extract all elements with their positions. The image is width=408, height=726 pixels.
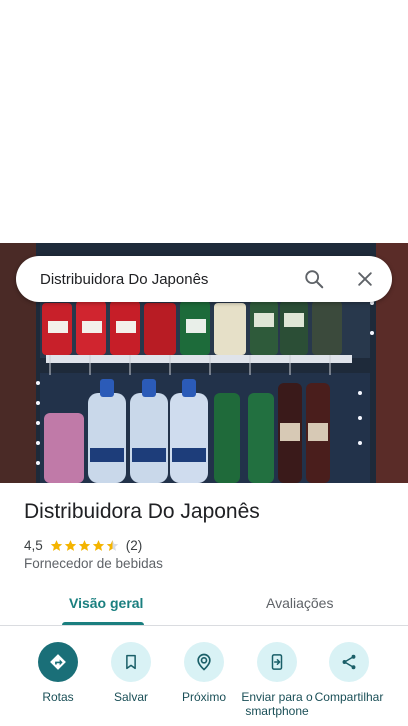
directions-icon[interactable] (38, 642, 78, 682)
star-half-icon (106, 539, 118, 551)
search-icon[interactable] (300, 265, 328, 293)
map-area[interactable] (0, 0, 408, 243)
share-label: Compartilhar (314, 690, 384, 704)
close-icon[interactable] (351, 265, 379, 293)
share-button[interactable]: Compartilhar (309, 642, 389, 704)
save-label: Salvar (113, 690, 148, 704)
nearby-icon[interactable] (184, 642, 224, 682)
tabs-divider (0, 625, 408, 626)
rating-row[interactable]: 4,5 (2) (24, 536, 142, 554)
tab-reviews[interactable]: Avaliações (266, 595, 333, 611)
send-to-phone-button[interactable]: Enviar para o smartphone (237, 642, 317, 718)
star-full-icon (92, 539, 104, 551)
search-bar[interactable]: Distribuidora Do Japonês (16, 256, 392, 302)
send-to-phone-icon[interactable] (257, 642, 297, 682)
rating-value: 4,5 (24, 537, 43, 553)
share-icon[interactable] (329, 642, 369, 682)
place-name: Distribuidora Do Japonês (24, 500, 260, 523)
star-full-icon (64, 539, 76, 551)
review-count[interactable]: (2) (126, 538, 143, 553)
place-category: Fornecedor de bebidas (24, 556, 163, 571)
search-query-text[interactable]: Distribuidora Do Japonês (40, 271, 208, 288)
bookmark-icon[interactable] (111, 642, 151, 682)
save-button[interactable]: Salvar (91, 642, 171, 704)
star-full-icon (78, 539, 90, 551)
nearby-label: Próximo (181, 690, 226, 704)
directions-label: Rotas (42, 690, 74, 704)
rating-stars (50, 539, 120, 552)
send-to-phone-label: Enviar para o smartphone (241, 690, 313, 718)
directions-button[interactable]: Rotas (18, 642, 98, 704)
tab-overview[interactable]: Visão geral (69, 595, 143, 611)
star-full-icon (50, 539, 62, 551)
nearby-button[interactable]: Próximo (164, 642, 244, 704)
